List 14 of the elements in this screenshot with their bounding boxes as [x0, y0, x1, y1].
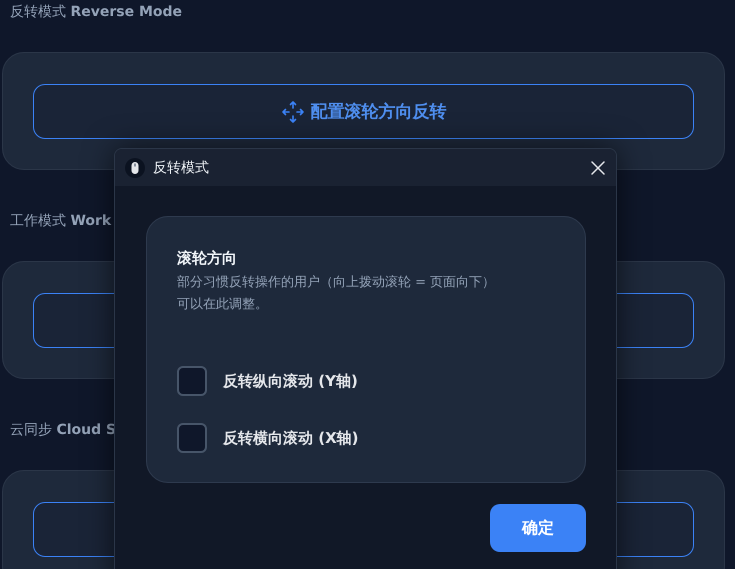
group-title: 滚轮方向: [177, 249, 238, 268]
dialog-title: 反转模式: [153, 158, 210, 176]
mouse-icon: [125, 158, 145, 178]
checkbox-label: 反转横向滚动 (X轴): [223, 428, 358, 448]
checkbox[interactable]: [177, 423, 207, 453]
action-button[interactable]: 配置滚轮方向反转: [33, 84, 694, 139]
confirm-button[interactable]: 确定: [490, 504, 586, 552]
group-description: 部分习惯反转操作的用户（向上拨动滚轮 = 页面向下）可以在此调整。: [177, 274, 496, 314]
checkbox[interactable]: [177, 366, 207, 396]
move-arrows-icon: [280, 100, 304, 124]
section-heading: 工作模式 Work: [10, 212, 112, 231]
section-heading: 反转模式 Reverse Mode: [10, 3, 182, 22]
close-button[interactable]: [590, 160, 606, 176]
checkbox-label: 反转纵向滚动 (Y轴): [223, 372, 358, 390]
